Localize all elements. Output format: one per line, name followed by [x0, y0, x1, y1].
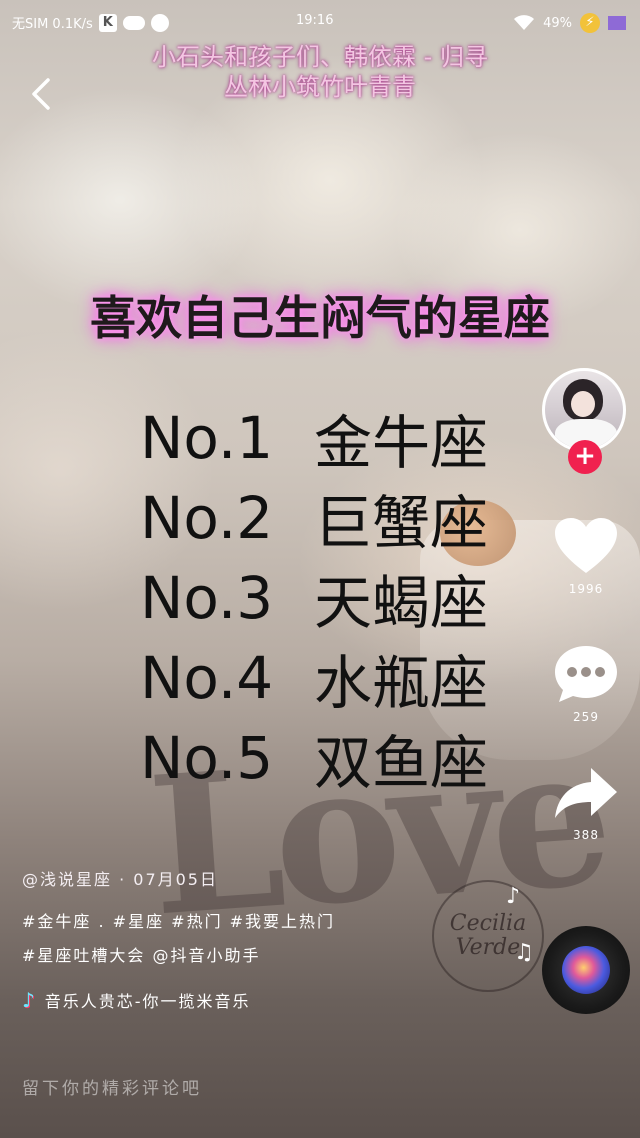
rank-number: No.5 [140, 724, 274, 792]
rank-number: No.2 [140, 484, 274, 552]
music-title: 音乐人贵芯-你一揽米音乐 [44, 992, 251, 1011]
ranking-item: No.1 金牛座 [140, 398, 488, 478]
carrier-text: 无SIM 0.1K/s [12, 17, 93, 32]
battery-text: 49% [543, 15, 572, 31]
rank-sign: 天蝎座 [314, 569, 489, 637]
comment-icon [555, 646, 617, 702]
rank-number: No.4 [140, 644, 274, 712]
k-app-icon: K [98, 13, 117, 32]
back-button[interactable] [24, 74, 64, 118]
music-note-icon: ♪ [506, 884, 521, 909]
ranking-item: No.5 双鱼座 [140, 718, 488, 798]
video-title: 喜欢自己生闷气的星座 [90, 291, 550, 345]
share-count: 388 [573, 828, 599, 842]
watermark-stamp: Cecilia Verde [432, 880, 544, 992]
author-handle[interactable]: @浅说星座 · 07月05日 [22, 866, 218, 890]
rank-sign: 金牛座 [314, 409, 489, 477]
rank-sign: 巨蟹座 [314, 489, 489, 557]
video-tags-line1[interactable]: #金牛座 . #星座 #热门 #我要上热门 [22, 908, 335, 932]
rank-sign: 双鱼座 [314, 729, 489, 797]
music-note-icon: ♫ [514, 940, 534, 965]
song-title-line2: 丛林小筑竹叶青青 [224, 73, 416, 101]
song-title: 小石头和孩子们、韩依霖 - 归寻 丛林小筑竹叶青青 [0, 42, 640, 102]
flag-icon [608, 16, 626, 30]
music-info[interactable]: ♪ 音乐人贵芯-你一揽米音乐 [22, 988, 251, 1012]
song-title-line1: 小石头和孩子们、韩依霖 - 归寻 [152, 43, 488, 71]
ranking-item: No.3 天蝎座 [140, 558, 488, 638]
ranking-item: No.4 水瓶座 [140, 638, 488, 718]
video-tags-line2[interactable]: #星座吐槽大会 @抖音小助手 [22, 942, 261, 966]
music-cover [562, 946, 610, 994]
rank-number: No.3 [140, 564, 274, 632]
status-bar: 无SIM 0.1K/s K 19:16 49% ⚡ [0, 8, 640, 36]
status-time: 19:16 [296, 13, 334, 28]
cloud-icon [122, 15, 145, 30]
wifi-icon [514, 15, 535, 30]
music-disc-button[interactable] [542, 926, 630, 1014]
like-count: 1996 [568, 582, 604, 596]
stamp-text-1: Cecilia [449, 911, 527, 936]
share-arrow-icon [555, 768, 617, 818]
share-button[interactable]: 388 [550, 766, 622, 842]
like-button[interactable]: 1996 [550, 516, 622, 596]
heart-icon [555, 518, 617, 573]
comment-count: 259 [573, 710, 599, 724]
tiktok-note-icon: ♪ [22, 988, 37, 1012]
rank-sign: 水瓶座 [314, 649, 489, 717]
comment-input[interactable]: 留下你的精彩评论吧 [22, 1074, 202, 1099]
rank-number: No.1 [140, 404, 274, 472]
browser-icon [150, 13, 169, 32]
comment-button[interactable]: 259 [550, 644, 622, 724]
follow-button[interactable]: + [568, 440, 602, 474]
ranking-list: No.1 金牛座 No.2 巨蟹座 No.3 天蝎座 No.4 水瓶座 No.5… [140, 398, 488, 798]
ranking-item: No.2 巨蟹座 [140, 478, 488, 558]
charging-bolt-icon: ⚡ [580, 13, 600, 33]
chevron-left-icon [32, 78, 50, 110]
